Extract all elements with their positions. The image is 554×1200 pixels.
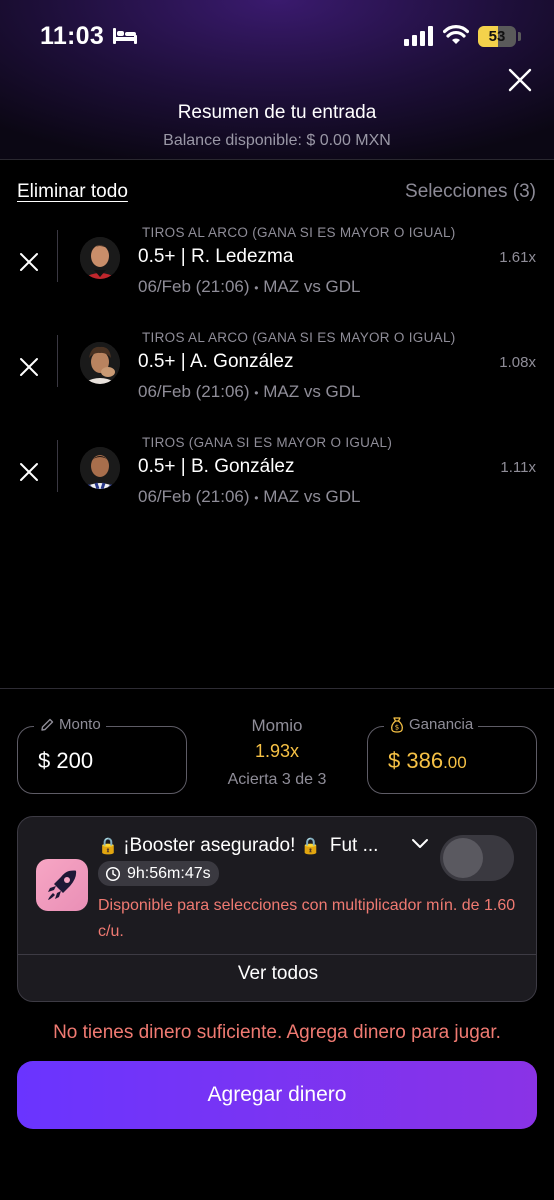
home-team: MAZ [263, 382, 300, 401]
momio-value: 1.93x [254, 741, 300, 761]
booster-description: Disponible para selecciones con multipli… [98, 897, 516, 940]
selection-multiplier: 1.61x [499, 249, 536, 266]
selection-category: TIROS (GANA SI ES MAYOR O IGUAL) [142, 435, 393, 450]
wifi-icon [443, 25, 469, 44]
away-team: GDL [325, 487, 361, 506]
acierta-text: Acierta 3 de 3 [227, 771, 327, 788]
selections-count: Selecciones (3) [405, 181, 536, 202]
selection-multiplier: 1.11x [500, 459, 536, 476]
away-team: GDL [325, 277, 361, 296]
selection-category: TIROS AL ARCO (GANA SI ES MAYOR O IGUAL) [142, 225, 456, 240]
close-icon[interactable] [506, 66, 534, 94]
section-divider [0, 688, 554, 689]
away-team: GDL [325, 382, 361, 401]
svg-text:$: $ [395, 724, 399, 732]
sleep-bed-icon [113, 28, 137, 44]
battery-icon: 53 [478, 26, 516, 47]
selection-divider [57, 230, 58, 282]
monto-value: $ 200 [38, 748, 94, 773]
selection-divider [57, 440, 58, 492]
ganancia-legend: $ Ganancia [384, 716, 479, 733]
booster-title-text: ¡Booster asegurado! [123, 835, 296, 856]
chevron-down-icon[interactable] [410, 837, 430, 851]
ganancia-value: $ 386.00 [388, 748, 467, 774]
selection-item: TIROS (GANA SI ES MAYOR O IGUAL) 0.5+ | … [0, 435, 554, 525]
remove-selection-icon[interactable] [18, 251, 40, 273]
selection-match-info: 06/Feb (21:06) • MAZ vs GDL [138, 487, 361, 507]
insufficient-funds-warning: No tienes dinero suficiente. Agrega dine… [53, 1022, 501, 1043]
booster-card: 🔒 ¡Booster asegurado! 🔒 Fut ... 9h:56m:4… [17, 816, 537, 1002]
bullet: • [254, 491, 259, 505]
bullet: • [254, 386, 259, 400]
timer-value: 9h:56m:47s [127, 864, 211, 882]
battery-percent: 53 [488, 28, 506, 45]
countdown-timer: 9h:56m:47s [98, 861, 219, 886]
selection-item: TIROS AL ARCO (GANA SI ES MAYOR O IGUAL)… [0, 225, 554, 315]
ganancia-decimals: .00 [443, 753, 467, 772]
remove-selection-icon[interactable] [18, 461, 40, 483]
vs-label: vs [303, 487, 321, 506]
rocket-icon [36, 859, 88, 911]
money-bag-icon: $ [391, 717, 403, 733]
remove-selection-icon[interactable] [18, 356, 40, 378]
match-date: 06/Feb (21:06) [138, 382, 250, 401]
selection-line: 0.5+ | R. Ledezma [138, 246, 294, 267]
booster-title: 🔒 ¡Booster asegurado! 🔒 Fut ... [98, 835, 378, 857]
booster-separator [18, 954, 536, 955]
vs-label: vs [303, 382, 321, 401]
selection-match-info: 06/Feb (21:06) • MAZ vs GDL [138, 277, 361, 297]
clock-icon [105, 866, 121, 881]
player-avatar [80, 447, 120, 489]
player-avatar [80, 237, 120, 279]
ganancia-main: $ 386 [388, 748, 444, 773]
monto-label: Monto [59, 716, 101, 733]
monto-input[interactable]: Monto $ 200 [17, 716, 187, 794]
selection-divider [57, 335, 58, 387]
booster-title-suffix: Fut ... [329, 835, 379, 856]
monto-legend: Monto [34, 716, 106, 733]
selection-item: TIROS AL ARCO (GANA SI ES MAYOR O IGUAL)… [0, 330, 554, 420]
agregar-dinero-button[interactable]: Agregar dinero [17, 1061, 537, 1129]
header-divider [0, 159, 554, 160]
selection-category: TIROS AL ARCO (GANA SI ES MAYOR O IGUAL) [142, 330, 456, 345]
lock-icon: 🔒 [300, 838, 321, 855]
selection-match-info: 06/Feb (21:06) • MAZ vs GDL [138, 382, 361, 402]
home-team: MAZ [263, 487, 300, 506]
match-date: 06/Feb (21:06) [138, 277, 250, 296]
ganancia-label: Ganancia [409, 716, 474, 733]
momio-label: Momio [251, 716, 303, 735]
pencil-icon [41, 718, 54, 731]
lock-icon: 🔒 [98, 838, 118, 855]
bullet: • [254, 281, 259, 295]
selection-line: 0.5+ | B. González [138, 456, 295, 477]
cellular-signal-icon [404, 26, 433, 46]
eliminar-todo-link[interactable]: Eliminar todo [17, 181, 128, 203]
status-time: 11:03 [40, 22, 105, 50]
match-date: 06/Feb (21:06) [138, 487, 250, 506]
home-team: MAZ [263, 277, 300, 296]
ver-todos-button[interactable]: Ver todos [18, 963, 536, 985]
selection-line: 0.5+ | A. González [138, 351, 294, 372]
vs-label: vs [303, 277, 321, 296]
player-avatar [80, 342, 120, 384]
ganancia-box: $ Ganancia $ 386.00 [367, 716, 537, 794]
status-bar: 11:03 53 [0, 0, 554, 70]
toggle-knob [443, 838, 483, 878]
battery-tip [518, 32, 521, 41]
selection-multiplier: 1.08x [499, 354, 536, 371]
page-title: Resumen de tu entrada [177, 102, 377, 123]
balance-text: Balance disponible: $ 0.00 MXN [163, 132, 391, 149]
